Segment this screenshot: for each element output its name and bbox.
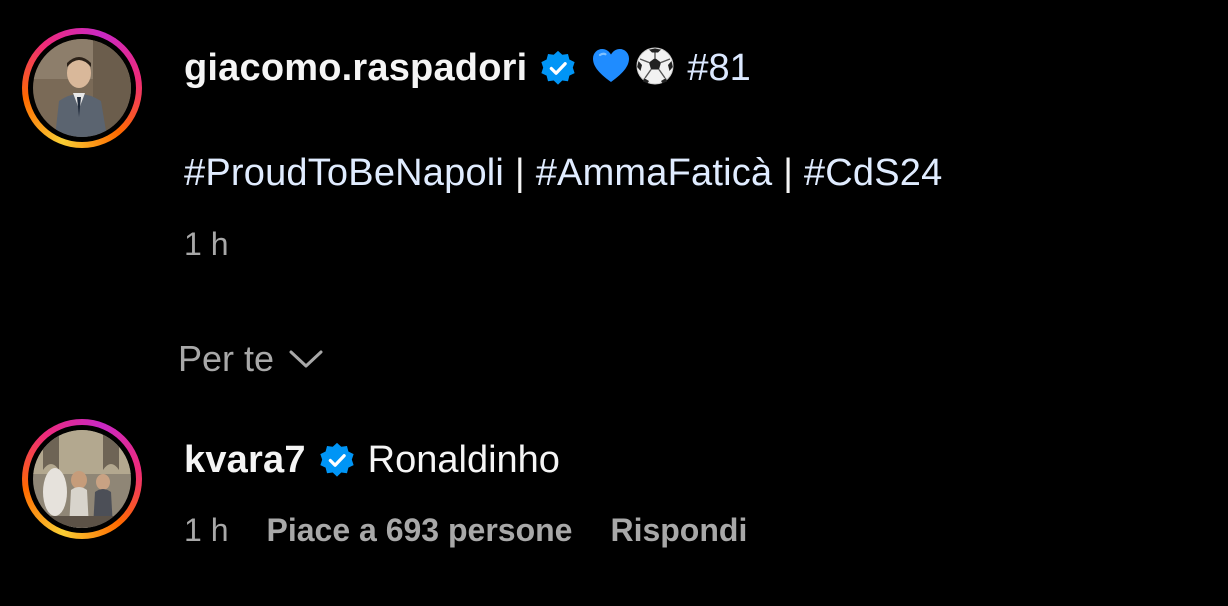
reply-button[interactable]: Rispondi [610,512,747,549]
hashtag-link[interactable]: #ProudToBeNapoli [184,152,504,194]
hashtag-separator: | [783,152,794,194]
comment-sort-dropdown[interactable]: Per te [178,338,324,380]
comments-view: giacomo.raspadori #81 #ProudToBeNapoli |… [0,0,1228,606]
verified-badge-icon [318,441,356,479]
avatar-photo [33,430,131,528]
post-caption-header: giacomo.raspadori #81 [184,42,751,94]
post-author-avatar[interactable] [22,28,142,148]
hashtag-link[interactable]: #CdS24 [804,152,943,194]
comment-text: Ronaldinho [367,438,560,481]
comment-header: kvara7 Ronaldinho [184,434,560,486]
hashtag-separator: | [514,152,525,194]
comment-meta: 1 h Piace a 693 persone Rispondi [184,512,747,549]
sort-label: Per te [178,338,275,379]
verified-badge-icon [539,49,577,87]
commenter-avatar[interactable] [22,419,142,539]
avatar-photo [33,39,131,137]
post-timestamp: 1 h [184,226,229,262]
comment-username[interactable]: kvara7 [184,439,306,482]
comment-timestamp: 1 h [184,512,229,548]
soccer-ball-icon [635,46,675,91]
comment-likes-link[interactable]: Piace a 693 persone [266,512,572,549]
post-hashtags: #ProudToBeNapoli | #AmmaFaticà | #CdS24 [184,152,942,195]
post-username[interactable]: giacomo.raspadori [184,47,527,90]
chevron-down-icon [289,350,323,368]
hashtag-link[interactable]: #AmmaFaticà [536,152,773,194]
number-hashtag[interactable]: #81 [687,47,750,90]
blue-heart-icon [591,47,631,90]
